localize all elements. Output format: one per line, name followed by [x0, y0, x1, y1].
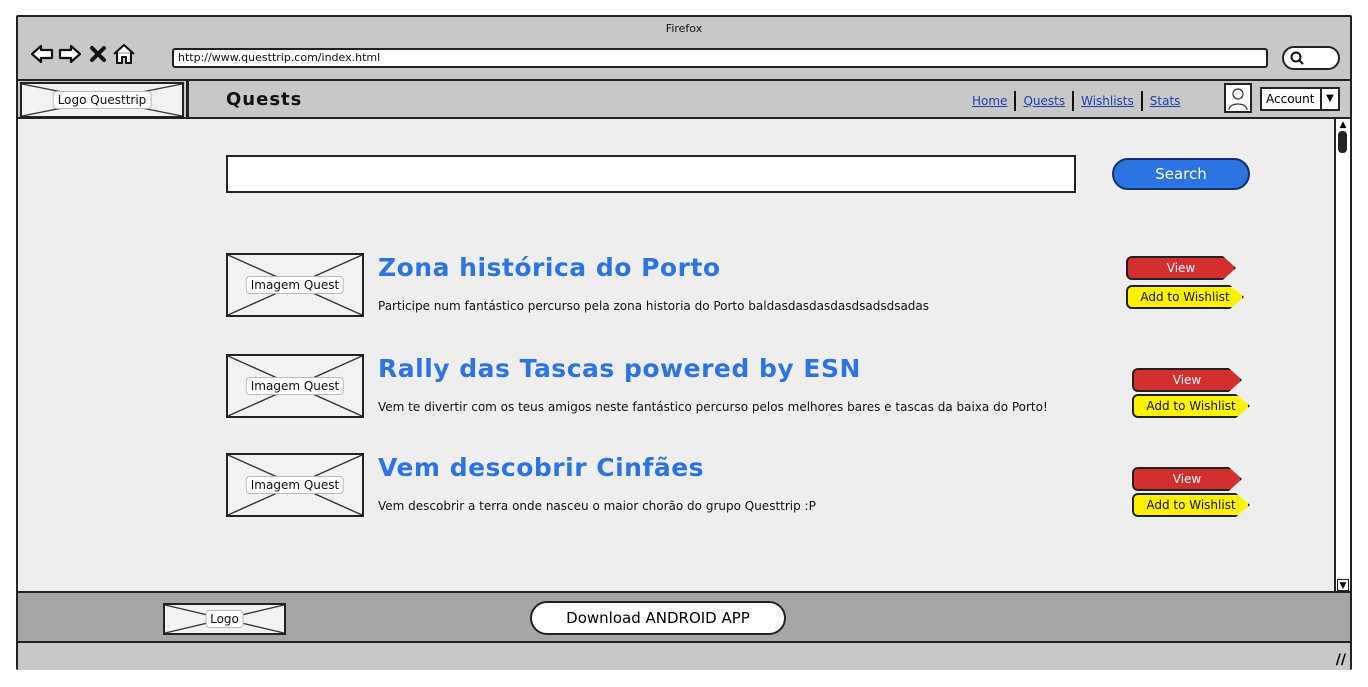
quest-item: Imagem Quest Zona histórica do Porto Par… [226, 253, 1266, 317]
site-footer: Logo Download ANDROID APP [18, 591, 1350, 643]
scroll-thumb[interactable] [1338, 131, 1347, 153]
quest-image-label: Imagem Quest [245, 377, 345, 395]
vertical-scrollbar[interactable]: ▲ ▼ [1334, 119, 1350, 591]
add-to-wishlist-button[interactable]: Add to Wishlist [1126, 285, 1244, 309]
quest-title[interactable]: Vem descobrir Cinfães [378, 453, 704, 482]
nav-link-home[interactable]: Home [965, 94, 1014, 108]
back-arrow-icon[interactable] [30, 43, 54, 65]
scroll-up-icon[interactable]: ▲ [1337, 119, 1349, 131]
download-android-app-button[interactable]: Download ANDROID APP [530, 601, 786, 635]
nav-link-quests[interactable]: Quests [1016, 94, 1072, 108]
quest-image[interactable]: Imagem Quest [226, 354, 364, 418]
page-title: Quests [226, 89, 303, 110]
browser-window: Firefox http://www.questtrip.com/index.h… [16, 15, 1352, 670]
nav-link-wishlists[interactable]: Wishlists [1074, 94, 1141, 108]
quest-item: Imagem Quest Vem descobrir Cinfães Vem d… [226, 453, 1266, 517]
window-title: Firefox [665, 22, 703, 35]
user-icon [1228, 88, 1248, 111]
status-bar: // [18, 645, 1350, 670]
top-nav: Home Quests Wishlists Stats [965, 91, 1187, 111]
account-label: Account [1266, 92, 1315, 106]
user-avatar-icon[interactable] [1224, 83, 1252, 113]
quest-title[interactable]: Rally das Tascas powered by ESN [378, 354, 861, 383]
view-button[interactable]: View [1132, 368, 1242, 392]
nav-link-stats[interactable]: Stats [1143, 94, 1188, 108]
home-icon[interactable] [112, 43, 136, 65]
search-button[interactable]: Search [1112, 158, 1250, 190]
browser-toolbar: http://www.questtrip.com/index.html [18, 41, 1350, 81]
header-logo[interactable]: Logo Questtrip [20, 82, 184, 118]
chevron-down-icon: ▼ [1320, 89, 1338, 109]
site-header: Logo Questtrip Quests Home Quests Wishli… [18, 79, 1350, 119]
quest-item: Imagem Quest Rally das Tascas powered by… [226, 354, 1266, 418]
quest-image[interactable]: Imagem Quest [226, 453, 364, 517]
browser-search-box[interactable] [1282, 46, 1340, 70]
close-icon[interactable] [86, 43, 110, 65]
quest-description: Vem te divertir com os teus amigos neste… [378, 400, 1048, 414]
quest-image-label: Imagem Quest [245, 476, 345, 494]
add-to-wishlist-button[interactable]: Add to Wishlist [1132, 493, 1250, 517]
quest-description: Vem descobrir a terra onde nasceu o maio… [378, 499, 816, 513]
footer-logo[interactable]: Logo [163, 603, 286, 635]
header-logo-label: Logo Questtrip [52, 91, 152, 109]
scroll-down-icon[interactable]: ▼ [1337, 579, 1349, 591]
header-divider [186, 81, 189, 117]
resize-grip-icon[interactable]: // [1336, 652, 1346, 668]
main-content: Search Imagem Quest Zona histórica do Po… [18, 119, 1334, 591]
footer-logo-label: Logo [205, 610, 244, 628]
quest-image[interactable]: Imagem Quest [226, 253, 364, 317]
search-icon [1290, 51, 1304, 65]
quest-title[interactable]: Zona histórica do Porto [378, 253, 721, 282]
add-to-wishlist-button[interactable]: Add to Wishlist [1132, 394, 1250, 418]
quest-description: Participe num fantástico percurso pela z… [378, 299, 930, 313]
url-bar[interactable]: http://www.questtrip.com/index.html [172, 48, 1268, 68]
quest-image-label: Imagem Quest [245, 276, 345, 294]
forward-arrow-icon[interactable] [58, 43, 82, 65]
search-input[interactable] [226, 155, 1076, 193]
view-button[interactable]: View [1132, 467, 1242, 491]
account-dropdown[interactable]: Account ▼ [1260, 87, 1340, 111]
view-button[interactable]: View [1126, 256, 1236, 280]
